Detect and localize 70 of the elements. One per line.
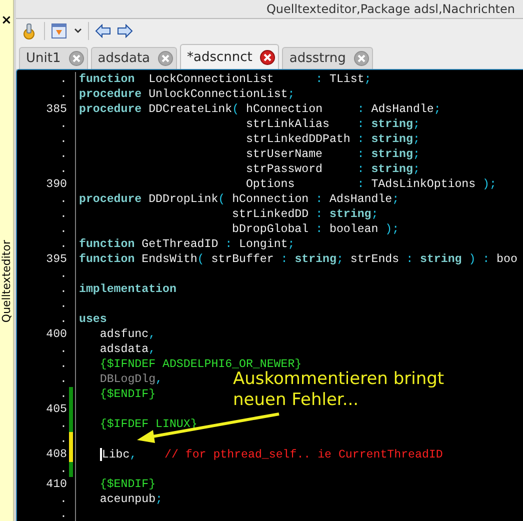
code-line: bDropGlobal : boolean ); (231, 223, 400, 236)
code-line: Options : TAdsLinkOptions ); (244, 178, 496, 191)
forward-button[interactable] (117, 21, 133, 41)
tab[interactable]: Unit1 (19, 47, 88, 69)
code-line: adsdata, (98, 343, 156, 356)
line-number: 390 (45, 178, 68, 191)
code-line: strPassword : string; (244, 163, 420, 176)
line-number: . (59, 88, 68, 101)
code-line: strLinkedDD : string; (231, 208, 378, 221)
line-number: . (59, 298, 68, 311)
code-line: {$IFNDEF ADSDELPHI6_OR_NEWER} (98, 358, 302, 371)
line-number: . (59, 493, 68, 506)
line-number: . (59, 148, 68, 161)
code-line: strLinkedDDPath : string; (244, 133, 420, 146)
code-line: DBLogDlg, (98, 373, 162, 386)
code-line: strUserName : string; (244, 148, 420, 161)
line-number: 405 (45, 403, 68, 416)
code-line: function GetThreadID : Longint; (79, 238, 295, 251)
line-number: . (59, 163, 68, 176)
panel-title: Quelltexteditor (0, 240, 13, 323)
insert-box-icon (51, 23, 67, 39)
tab[interactable]: adsdata (90, 47, 178, 69)
line-number: 410 (45, 478, 68, 491)
dropdown-button[interactable] (51, 21, 82, 41)
caret-icon (74, 28, 82, 34)
close-tab-icon[interactable] (260, 50, 276, 64)
line-number: 385 (45, 103, 68, 116)
line-number: . (59, 508, 68, 521)
close-button[interactable]: × (1, 14, 12, 28)
code-line: uses (79, 313, 107, 326)
line-number: 400 (45, 328, 68, 341)
line-number: . (59, 418, 68, 431)
line-number: . (59, 283, 68, 296)
code-line: procedure DDCreateLink( hConnection : AdsHandle; (79, 103, 441, 116)
code-line: procedure UnlockConnectionList; (79, 88, 295, 101)
code-line: function LockConnectionList : TList; (79, 73, 372, 86)
line-number: . (59, 238, 68, 251)
line-number: . (59, 223, 68, 236)
line-number: . (59, 463, 68, 476)
code-line: aceunpub; (98, 493, 162, 506)
line-number: . (59, 133, 68, 146)
code-line: Libc, // for pthread_self.. ie CurrentThreadID (98, 448, 443, 462)
line-number: 395 (45, 253, 68, 266)
code-line: implementation (79, 283, 176, 296)
back-button[interactable] (95, 21, 111, 41)
line-number: . (59, 193, 68, 206)
line-number: . (59, 388, 68, 401)
code-line: {$IFDEF LINUX} (98, 418, 198, 431)
line-number: . (59, 433, 68, 446)
line-number: . (59, 313, 68, 326)
code-line: {$ENDIF} (98, 388, 156, 401)
line-number: . (59, 268, 68, 281)
tab[interactable]: *adscnnct (180, 44, 280, 69)
annotation-text: Auskommentieren bringt neuen Fehler... (233, 369, 446, 411)
line-number: . (59, 358, 68, 371)
left-arrow-icon (95, 24, 111, 38)
line-number: . (59, 118, 68, 131)
code-line: strLinkAlias : string; (244, 118, 420, 131)
code-line: adsfunc, (98, 328, 156, 341)
line-number: . (59, 73, 68, 86)
code-line: procedure DDDropLink( hConnection : AdsHandle; (79, 193, 400, 206)
line-number: . (59, 343, 68, 356)
right-arrow-icon (117, 24, 133, 38)
window-title: Quelltexteditor,Package adsl,Nachrichten (266, 1, 516, 18)
line-number: . (59, 208, 68, 221)
line-number: 408 (45, 448, 68, 461)
tab[interactable]: adsstrng (282, 47, 373, 69)
line-number: . (59, 373, 68, 386)
code-line: {$ENDIF} (98, 478, 156, 491)
code-line: function EndsWith( strBuffer : string; strEnds : string ) : boo (79, 253, 518, 266)
